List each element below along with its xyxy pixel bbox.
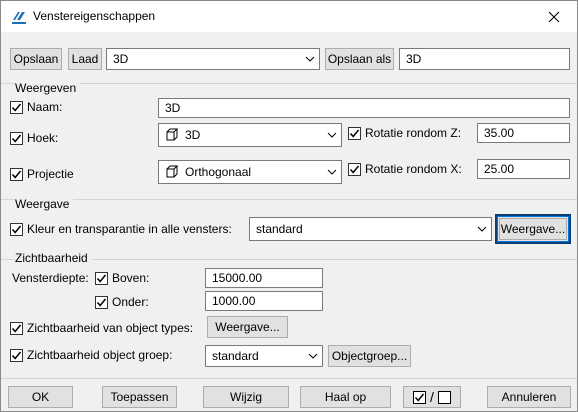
rot-z-checkbox[interactable]: Rotatie rondom Z: [348,126,461,140]
projectie-combo[interactable]: Orthogonaal [158,160,342,184]
types-label: Zichtbaarheid van object types: [27,321,194,335]
preset-value: 3D [113,52,129,66]
check-icon [11,324,22,333]
hoek-combo-value: 3D [159,128,323,142]
ok-button[interactable]: OK [8,386,73,408]
groep-checkbox[interactable]: Zichtbaarheid object groep: [10,348,172,362]
weergeven-group-label: Weergeven [15,81,81,95]
rot-z-label: Rotatie rondom Z: [365,126,462,140]
chevron-down-icon [304,346,322,366]
naam-checkbox[interactable]: Naam: [10,100,62,114]
groep-label: Zichtbaarheid object groep: [27,348,173,362]
check-icon [11,103,22,112]
check-icon [11,134,22,143]
save-as-field[interactable]: 3D [399,48,570,70]
cancel-button[interactable]: Annuleren [487,386,571,408]
check-icon [11,170,22,179]
objectgroep-button[interactable]: Objectgroep... [328,345,411,367]
get-button[interactable]: Haal op [300,386,391,408]
checkbox-box [10,348,23,362]
groep-value: standard [212,349,259,363]
onder-field[interactable]: 1000.00 [205,291,323,311]
select-toggle-button[interactable]: / [403,386,461,408]
slash-icon: / [430,389,434,405]
checkbox-box [10,222,23,236]
boven-field[interactable]: 15000.00 [205,268,323,288]
checkbox-box [10,321,23,335]
chevron-down-icon [473,218,491,240]
groep-combo[interactable]: standard [205,345,323,367]
weergave-button-inner: Weergave... [499,218,567,240]
rot-x-field[interactable]: 25.00 [477,159,570,179]
boven-checkbox[interactable]: Boven: [95,271,149,285]
hoek-checkbox[interactable]: Hoek: [10,131,58,145]
cube-icon [166,128,179,141]
naam-label: Naam: [27,100,63,114]
naam-field[interactable]: 3D [158,98,570,118]
app-icon [11,9,27,25]
weergave-group-label: Weergave [15,197,74,211]
check-icon [11,351,22,360]
close-icon [548,11,560,22]
divider [1,378,577,379]
chevron-down-icon [323,124,341,146]
cube-icon [166,165,179,178]
types-weergave-button[interactable]: Weergave... [207,316,288,338]
check-icon [11,225,22,234]
load-button[interactable]: Laad [68,48,102,70]
checkbox-box [10,100,23,114]
boven-label: Boven: [112,271,150,285]
rot-z-field[interactable]: 35.00 [477,123,570,143]
title-bar: Venstereigenschappen [1,1,577,32]
checkbox-box [348,126,361,140]
checkbox-checked-icon [413,390,427,404]
preset-combo[interactable]: 3D [106,48,320,70]
dialog-window: Venstereigenschappen Opslaan Laad 3D Ops… [0,0,578,412]
checkbox-box [10,167,23,181]
checkbox-empty-icon [437,390,451,404]
close-button[interactable] [531,1,577,32]
save-button[interactable]: Opslaan [10,48,62,70]
divider [1,83,577,84]
hoek-value: 3D [185,128,201,142]
check-icon [96,298,107,307]
onder-checkbox[interactable]: Onder: [95,295,149,309]
divider [1,199,577,200]
kleur-combo[interactable]: standard [249,217,492,241]
weergave-button[interactable]: Weergave... [495,214,571,244]
kleur-checkbox[interactable]: Kleur en transparantie in alle vensters: [10,222,232,236]
chevron-down-icon [323,161,341,183]
kleur-label: Kleur en transparantie in alle vensters: [27,222,232,236]
onder-label: Onder: [112,295,149,309]
modify-button[interactable]: Wijzig [203,386,289,408]
check-icon [349,129,360,138]
types-checkbox[interactable]: Zichtbaarheid van object types: [10,321,193,335]
checkbox-box [95,295,108,309]
apply-button[interactable]: Toepassen [102,386,177,408]
kleur-value: standard [256,222,303,236]
rot-x-label: Rotatie rondom X: [365,162,462,176]
projectie-label: Projectie [27,167,74,181]
rot-x-checkbox[interactable]: Rotatie rondom X: [348,162,462,176]
window-title: Venstereigenschappen [33,9,156,23]
checkbox-box [10,131,23,145]
checkbox-box [348,162,361,176]
chevron-down-icon [301,49,319,69]
checkbox-box [95,271,108,285]
projectie-value: Orthogonaal [185,165,252,179]
check-icon [96,274,107,283]
zichtbaarheid-group-label: Zichtbaarheid [15,251,92,265]
projectie-combo-value: Orthogonaal [159,165,323,179]
hoek-label: Hoek: [27,131,59,145]
diepte-label: Vensterdiepte: [12,271,89,285]
hoek-combo[interactable]: 3D [158,123,342,147]
check-icon [349,165,360,174]
projectie-checkbox[interactable]: Projectie [10,167,74,181]
save-as-button[interactable]: Opslaan als [325,48,394,70]
